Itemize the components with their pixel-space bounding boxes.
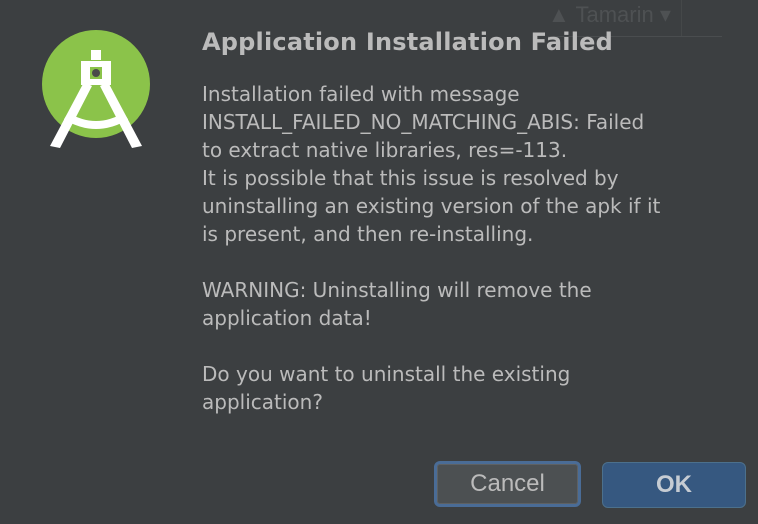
- dialog-title: Application Installation Failed: [202, 28, 613, 56]
- android-studio-icon: [42, 30, 150, 148]
- message-line: is present, and then re-installing.: [202, 222, 534, 246]
- question-line: application?: [202, 390, 323, 414]
- message-line: uninstalling an existing version of the …: [202, 194, 661, 218]
- warning-line: application data!: [202, 306, 372, 330]
- background-device-icon: ▲: [548, 2, 576, 27]
- installation-failed-dialog: ▲ Tamarin ▾ Application Installation Fai…: [0, 0, 758, 524]
- message-line: Installation failed with message: [202, 82, 520, 106]
- message-line: to extract native libraries, res=-113.: [202, 138, 568, 162]
- message-line: It is possible that this issue is resolv…: [202, 166, 619, 190]
- question-line: Do you want to uninstall the existing: [202, 362, 571, 386]
- warning-line: WARNING: Uninstalling will remove the: [202, 278, 592, 302]
- cancel-button[interactable]: Cancel: [434, 461, 581, 507]
- background-device-selector: ▲ Tamarin ▾: [548, 2, 671, 27]
- message-line: INSTALL_FAILED_NO_MATCHING_ABIS: Failed: [202, 110, 645, 134]
- ok-button[interactable]: OK: [602, 462, 746, 508]
- background-divider: [681, 0, 722, 36]
- dialog-message: Installation failed with message INSTALL…: [202, 80, 742, 416]
